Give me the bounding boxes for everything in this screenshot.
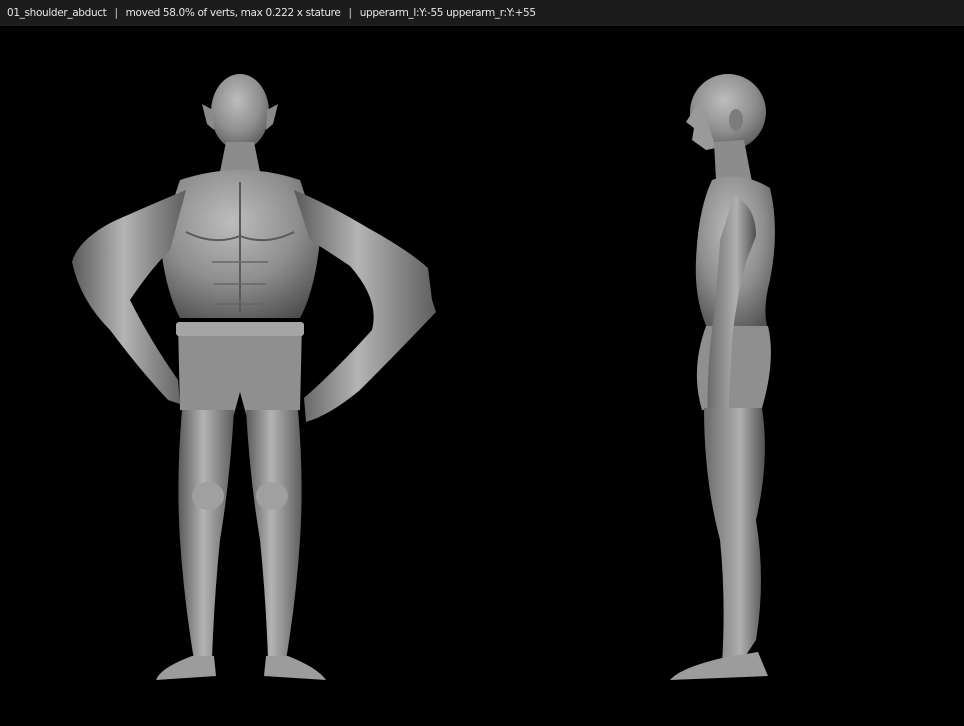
side-view-figure — [670, 74, 775, 680]
side-ear — [729, 109, 743, 131]
mesh-stats-label: moved 58.0% of verts, max 0.222 x statur… — [125, 7, 341, 19]
front-arm-right — [294, 190, 436, 422]
side-foot — [670, 652, 768, 680]
front-knee-right — [256, 482, 288, 510]
viewport-canvas — [72, 74, 775, 680]
front-shorts — [178, 324, 302, 414]
front-view-figure — [72, 74, 436, 680]
side-neck — [714, 140, 752, 182]
front-foot-right — [264, 656, 326, 680]
front-waistband — [176, 322, 304, 336]
status-bar: 01_shoulder_abduct | moved 58.0% of vert… — [0, 0, 964, 26]
front-neck — [220, 142, 260, 172]
render-viewport — [0, 26, 964, 726]
front-arm-left — [72, 190, 186, 404]
front-leg-left — [178, 410, 234, 660]
front-leg-right — [246, 410, 302, 660]
front-knee-left — [192, 482, 224, 510]
bone-rotations-label: upperarm_l:Y:-55 upperarm_r:Y:+55 — [359, 7, 536, 19]
pose-name-label: 01_shoulder_abduct — [7, 7, 107, 19]
side-leg — [704, 408, 765, 664]
status-separator: | — [114, 7, 118, 19]
front-head — [211, 74, 269, 150]
status-separator: | — [348, 7, 353, 19]
front-foot-left — [156, 656, 216, 680]
